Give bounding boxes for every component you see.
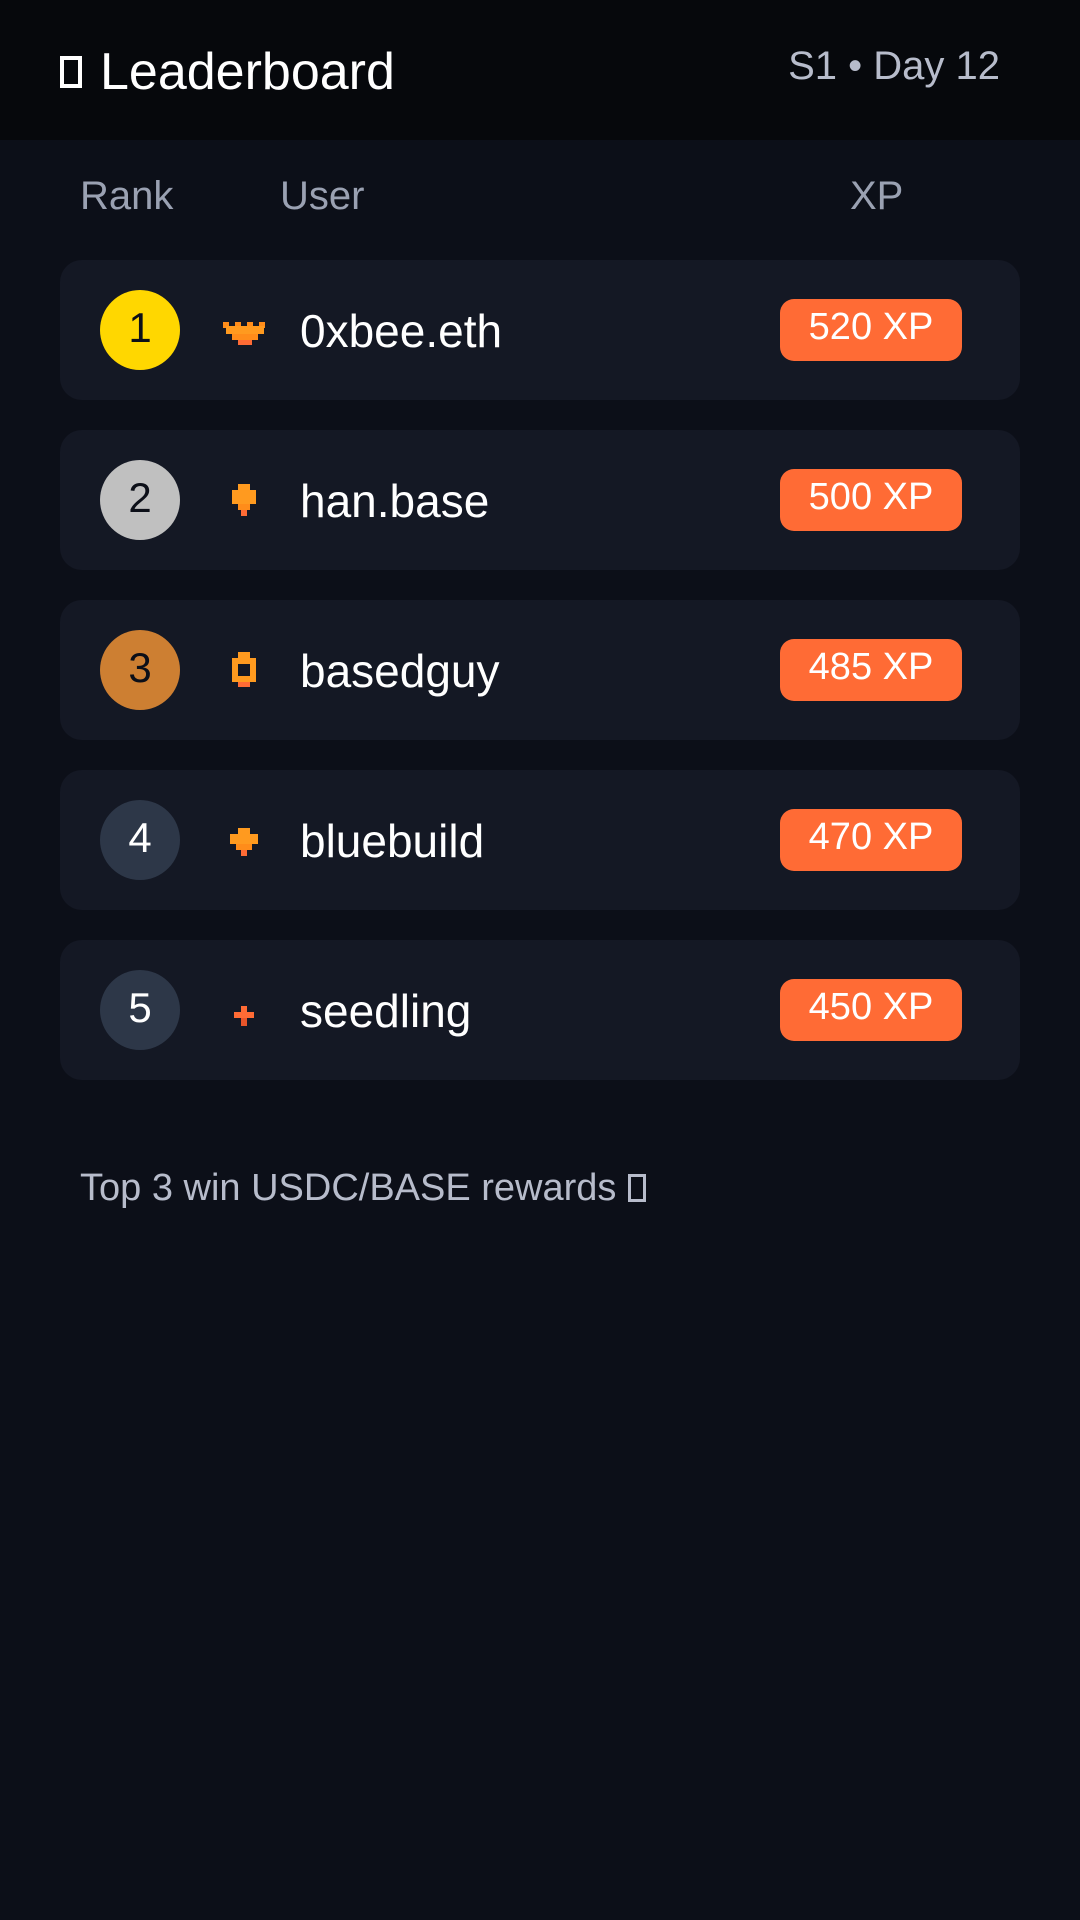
- rank-badge: 5: [100, 970, 180, 1050]
- xp-badge: 485 XP: [780, 639, 962, 701]
- app-header: Leaderboard S1 • Day 12: [0, 0, 1080, 140]
- column-header-xp: XP: [850, 174, 904, 218]
- rank-badge: 4: [100, 800, 180, 880]
- rank-badge-bronze: 3: [100, 630, 180, 710]
- page-title: Leaderboard: [100, 43, 395, 101]
- xp-badge: 520 XP: [780, 299, 962, 361]
- leaderboard-row[interactable]: 2 han.base 500 XP: [60, 430, 1020, 570]
- season-indicator: S1 • Day 12: [788, 44, 1000, 88]
- trophy-icon: [60, 56, 82, 88]
- gem-icon: [220, 820, 270, 860]
- rank-badge-silver: 2: [100, 460, 180, 540]
- sprout-icon: [220, 990, 270, 1030]
- username: 0xbee.eth: [300, 305, 503, 357]
- header-title-group: Leaderboard: [60, 42, 395, 102]
- column-header-user: User: [280, 174, 365, 218]
- rewards-note: Top 3 win USDC/BASE rewards: [80, 1166, 647, 1210]
- leaderboard-row[interactable]: 4 bluebuild 470 XP: [60, 770, 1020, 910]
- leaderboard-row[interactable]: 1 0xbee.eth 520 XP: [60, 260, 1020, 400]
- leaderboard-row[interactable]: 5 seedling 450 XP: [60, 940, 1020, 1080]
- xp-badge: 500 XP: [780, 469, 962, 531]
- gift-icon: [628, 1174, 647, 1202]
- username: seedling: [300, 985, 472, 1037]
- rewards-note-text: Top 3 win USDC/BASE rewards: [80, 1167, 617, 1209]
- crown-icon: [220, 310, 270, 350]
- leaderboard-row[interactable]: 3 basedguy 485 XP: [60, 600, 1020, 740]
- username: basedguy: [300, 645, 500, 697]
- xp-badge: 470 XP: [780, 809, 962, 871]
- username: bluebuild: [300, 815, 485, 867]
- xp-badge: 450 XP: [780, 979, 962, 1041]
- username: han.base: [300, 475, 490, 527]
- ring-icon: [220, 650, 270, 690]
- column-header-rank: Rank: [80, 174, 174, 218]
- diamond-icon: [220, 480, 270, 520]
- rank-badge-gold: 1: [100, 290, 180, 370]
